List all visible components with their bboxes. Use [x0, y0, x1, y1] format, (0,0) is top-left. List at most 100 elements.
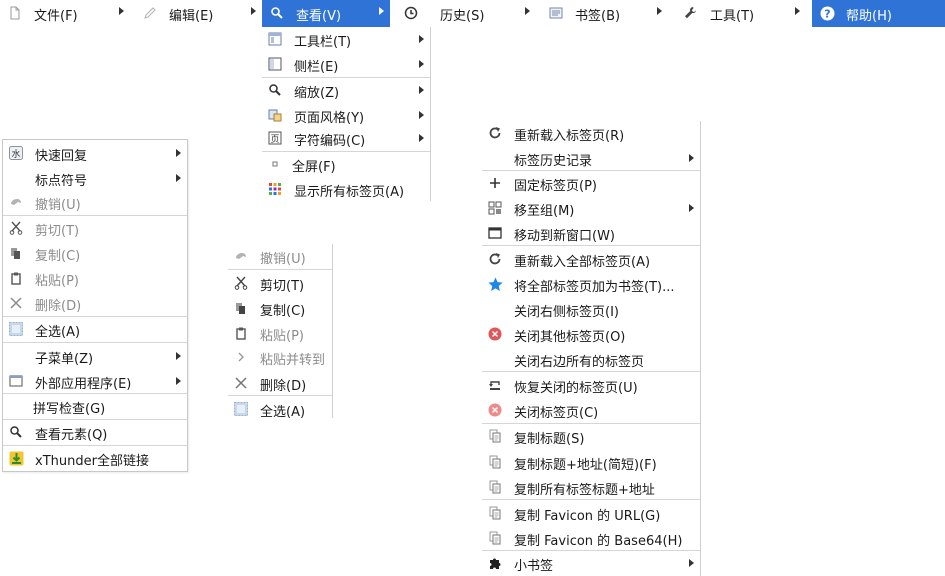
select-all-icon: [9, 322, 23, 336]
view-menu: 工具栏(T) 侧栏(E) 缩放(Z) 页面风格(Y) 页 字符编码(C) 全屏(…: [262, 27, 431, 201]
view-sidebar-item[interactable]: 侧栏(E): [262, 52, 430, 76]
chevron-right-icon: [689, 204, 694, 212]
doc-copy-icon: [488, 531, 502, 545]
tab-new-window-item[interactable]: 移动到新窗口(W): [482, 221, 700, 245]
tab-restore-closed-item[interactable]: 恢复关闭的标签页(U): [482, 373, 700, 397]
undo-icon: [234, 249, 248, 263]
view-show-all-tabs-item[interactable]: 显示所有标签页(A): [262, 177, 430, 201]
chevron-right-icon: [419, 35, 424, 43]
view-page-style-item[interactable]: 页面风格(Y): [262, 103, 430, 127]
edit-undo-item[interactable]: 撤销(U): [228, 244, 332, 268]
view-encoding-item[interactable]: 页 字符编码(C): [262, 126, 430, 150]
search-icon: [270, 6, 284, 20]
context-punctuation-item[interactable]: 标点符号: [3, 166, 187, 190]
tab-pin-item[interactable]: 固定标签页(P): [482, 171, 700, 195]
tab-reload-all-item[interactable]: 重新载入全部标签页(A): [482, 247, 700, 271]
bookmarks-icon: [549, 6, 563, 20]
menu-file[interactable]: 文件(F): [0, 0, 130, 27]
help-icon: ?: [820, 6, 835, 21]
paste-go-icon: [234, 350, 248, 364]
tab-copy-favicon-base64-item[interactable]: 复制 Favicon 的 Base64(H): [482, 526, 700, 550]
menu-bookmarks[interactable]: 书签(B): [541, 0, 668, 27]
doc-copy-icon: [488, 455, 502, 469]
tab-close-right-item[interactable]: 关闭右侧标签页(I): [482, 297, 700, 321]
tab-close-all-right-item[interactable]: 关闭右边所有的标签页: [482, 347, 700, 371]
chevron-right-icon: [419, 111, 424, 119]
separator: [228, 269, 332, 270]
chevron-right-icon: [689, 559, 694, 567]
star-icon: [488, 277, 503, 291]
chevron-right-icon: [689, 154, 694, 162]
edit-paste-go-item[interactable]: 粘贴并转到: [228, 345, 332, 369]
inspect-icon: [9, 425, 23, 439]
context-cut-item[interactable]: 剪切(T): [3, 216, 187, 240]
edit-select-all-item[interactable]: 全选(A): [228, 397, 332, 421]
context-undo-item[interactable]: 撤销(U): [3, 190, 187, 214]
menu-help[interactable]: ? 帮助(H): [812, 0, 945, 27]
chevron-right-icon: [176, 149, 181, 157]
group-icon: [488, 201, 502, 215]
svg-text:页: 页: [270, 134, 279, 145]
context-spellcheck-item[interactable]: 拼写检查(G): [3, 394, 187, 418]
zoom-icon: [268, 83, 282, 97]
context-paste-item[interactable]: 粘贴(P): [3, 266, 187, 290]
view-zoom-item[interactable]: 缩放(Z): [262, 78, 430, 102]
context-external-app-item[interactable]: 外部应用程序(E): [3, 369, 187, 393]
edit-paste-item[interactable]: 粘贴(P): [228, 321, 332, 345]
tab-history-item[interactable]: 标签历史记录: [482, 146, 700, 170]
context-quick-reply-item[interactable]: 水 快速回复: [3, 141, 187, 165]
view-fullscreen-item[interactable]: 全屏(F): [262, 152, 430, 176]
separator: [228, 395, 332, 396]
paste-icon: [9, 271, 23, 285]
tab-copy-title-url-item[interactable]: 复制标题+地址(简短)(F): [482, 450, 700, 474]
file-icon: [8, 6, 22, 20]
view-toolbar-item[interactable]: 工具栏(T): [262, 27, 430, 51]
menu-edit[interactable]: 编辑(E): [135, 0, 262, 27]
paste-icon: [234, 326, 248, 340]
context-xthunder-item[interactable]: xThunder全部链接: [3, 446, 187, 470]
tab-copy-title-item[interactable]: 复制标题(S): [482, 424, 700, 448]
chevron-right-icon: [176, 174, 181, 182]
context-delete-item[interactable]: 删除(D): [3, 291, 187, 315]
context-select-all-item[interactable]: 全选(A): [3, 317, 187, 341]
fullscreen-icon: [268, 157, 282, 171]
tab-bookmarklets-item[interactable]: 小书签: [482, 551, 700, 575]
doc-copy-icon: [488, 429, 502, 443]
edit-cut-item[interactable]: 剪切(T): [228, 271, 332, 295]
tab-bookmark-all-item[interactable]: 将全部标签页加为书签(T)...: [482, 272, 700, 296]
tab-close-others-item[interactable]: 关闭其他标签页(O): [482, 322, 700, 346]
tab-move-group-item[interactable]: 移至组(M): [482, 196, 700, 220]
tab-copy-favicon-url-item[interactable]: 复制 Favicon 的 URL(G): [482, 501, 700, 525]
puzzle-icon: [488, 556, 502, 570]
external-app-icon: [9, 374, 23, 388]
context-copy-item[interactable]: 复制(C): [3, 241, 187, 265]
chevron-right-icon: [657, 7, 662, 15]
copy-icon: [234, 301, 248, 315]
chevron-right-icon: [419, 86, 424, 94]
reload-icon: [488, 126, 502, 140]
edit-delete-item[interactable]: 删除(D): [228, 371, 332, 395]
chevron-right-icon: [419, 60, 424, 68]
encoding-icon: 页: [268, 131, 282, 145]
chevron-right-icon: [119, 7, 124, 15]
menu-history[interactable]: 历史(S): [396, 0, 536, 27]
tab-context-menu: 重新载入标签页(R) 标签历史记录 固定标签页(P) 移至组(M) 移动到新窗口…: [482, 121, 701, 576]
context-submenu-item[interactable]: 子菜单(Z): [3, 344, 187, 368]
toolbar-icon: [268, 32, 282, 46]
xthunder-icon: [9, 451, 24, 466]
select-all-icon: [234, 402, 248, 416]
menu-tools[interactable]: 工具(T): [676, 0, 806, 27]
restore-icon: [488, 378, 502, 392]
tab-close-item[interactable]: 关闭标签页(C): [482, 398, 700, 422]
tab-copy-all-titles-item[interactable]: 复制所有标签标题+地址: [482, 475, 700, 499]
context-inspect-item[interactable]: 查看元素(Q): [3, 420, 187, 444]
plus-icon: [488, 176, 502, 190]
tab-reload-item[interactable]: 重新载入标签页(R): [482, 121, 700, 145]
undo-icon: [9, 195, 23, 209]
chevron-right-icon: [525, 7, 530, 15]
edit-copy-item[interactable]: 复制(C): [228, 296, 332, 320]
menu-view[interactable]: 查看(V): [262, 0, 390, 27]
chevron-right-icon: [419, 134, 424, 142]
separator: [482, 499, 700, 500]
menu-bar: 文件(F) 编辑(E) 查看(V) 历史(S) 书签(B) 工具(T) ? 帮助…: [0, 0, 945, 27]
